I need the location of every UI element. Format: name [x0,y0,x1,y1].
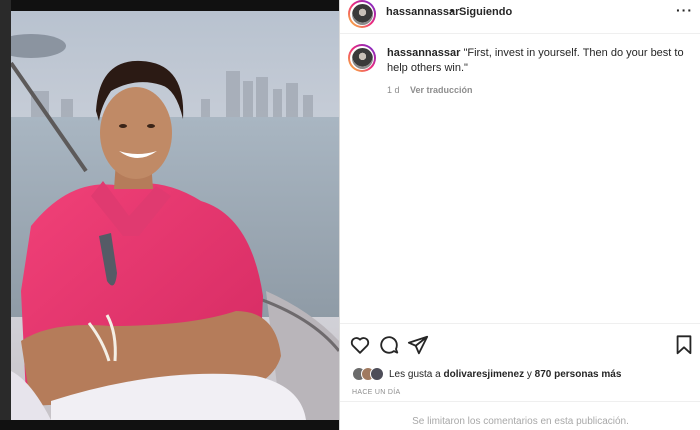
avatar-frame [350,46,374,70]
photo-top-border [0,0,339,11]
more-icon[interactable]: ··· [676,2,693,18]
header-separator: • [450,5,454,17]
post-photo[interactable] [11,11,339,420]
photo-bottom-border [0,420,339,430]
heart-icon[interactable] [349,334,371,356]
likes-prefix: Les gusta a [389,368,441,380]
header-avatar[interactable] [348,0,376,28]
avatar-image [351,47,373,69]
share-icon[interactable] [407,334,429,356]
likes-conj: y [526,368,532,380]
action-bar [340,323,700,367]
comment-icon[interactable] [378,334,400,356]
liker-username[interactable]: dolivaresjimenez [444,369,525,380]
caption-username[interactable]: hassannassar [387,47,460,59]
post-modal: hassannassar • Siguiendo ··· hassannassa… [0,0,700,430]
caption-meta: 1 d Ver traducción [387,85,473,95]
likes-text: Les gusta a dolivaresjimenez y 870 perso… [389,369,621,380]
avatar-frame [350,2,374,26]
likes-others-link[interactable]: 870 personas más [535,369,622,380]
caption-age: 1 d [387,85,400,95]
save-icon[interactable] [673,334,695,356]
likes-summary: Les gusta a dolivaresjimenez y 870 perso… [352,366,621,382]
header-username[interactable]: hassannassar [386,6,459,18]
post-photo-area [0,0,339,430]
post-header: hassannassar • Siguiendo ··· [340,0,700,34]
comments-limited-notice: Se limitaron los comentarios en esta pub… [340,401,700,430]
photo-left-border [0,0,11,430]
avatar-image [351,3,373,25]
following-button[interactable]: Siguiendo [459,6,512,18]
liker-avatar[interactable] [370,367,384,381]
post-date[interactable]: HACE UN DÍA [352,389,400,396]
caption-avatar[interactable] [348,44,376,72]
translate-button[interactable]: Ver traducción [410,85,473,95]
post-side-panel: hassannassar • Siguiendo ··· hassannassa… [339,0,700,430]
post-caption: hassannassar "First, invest in yourself.… [387,46,687,76]
